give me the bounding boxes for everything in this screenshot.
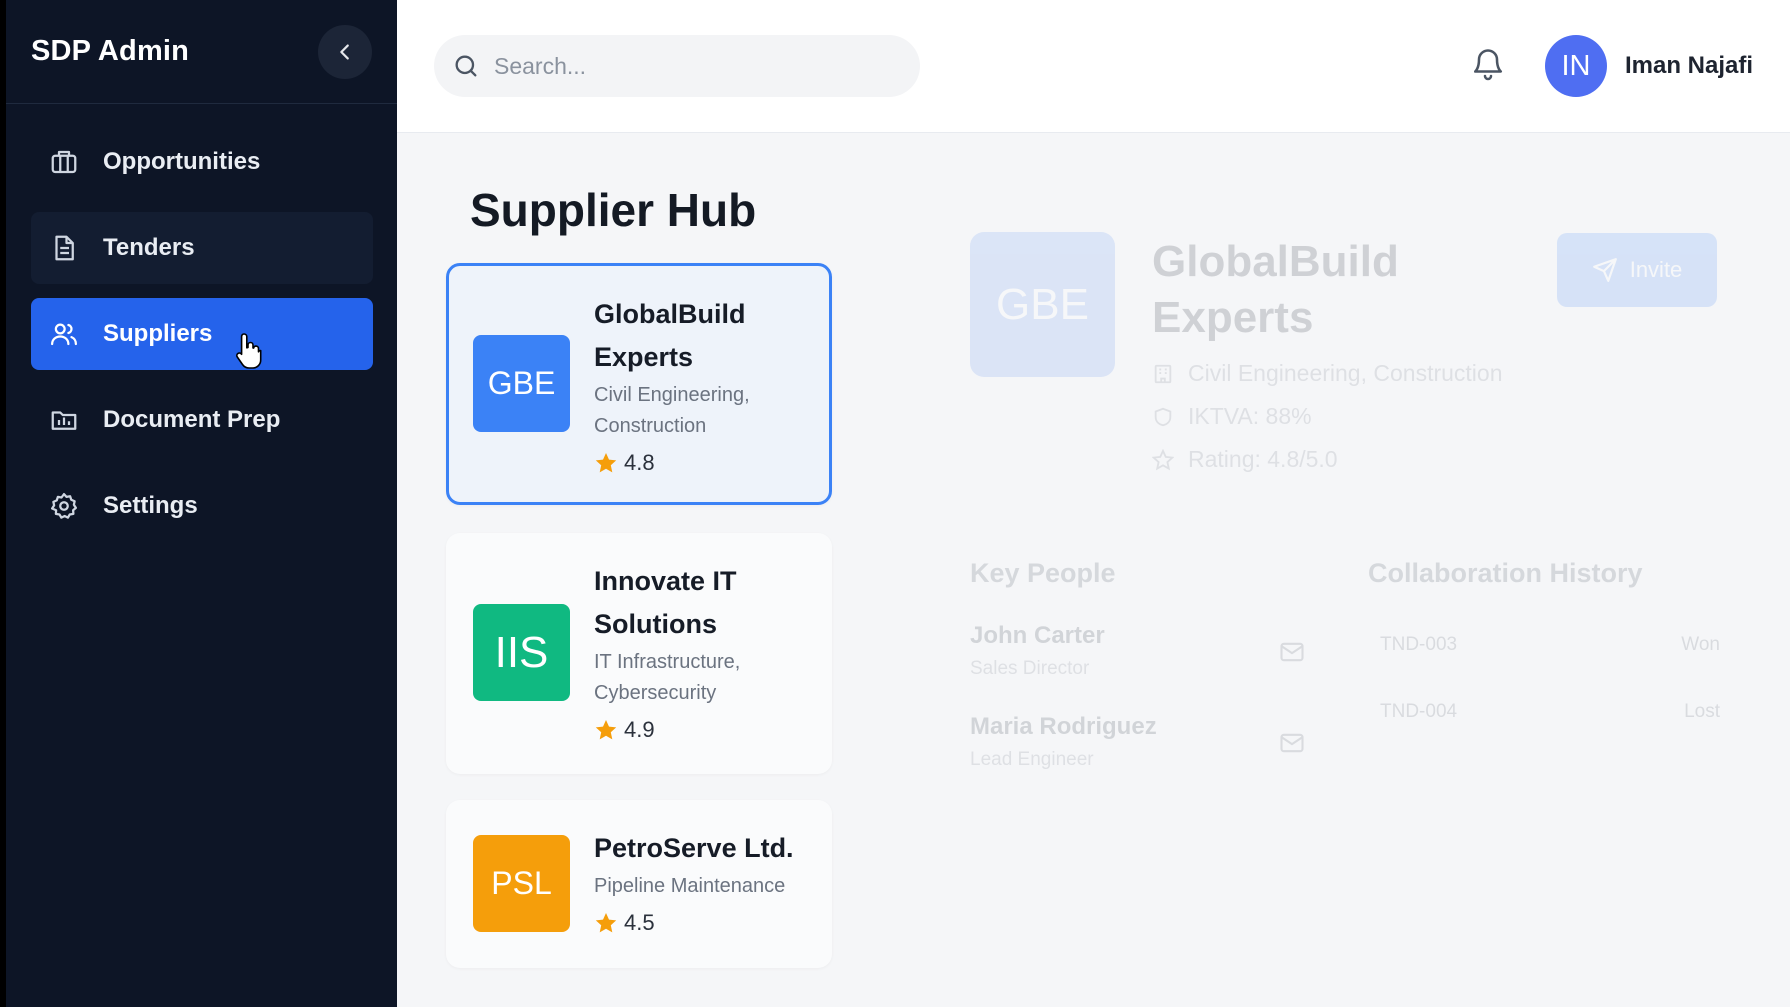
supplier-card-globalbuild[interactable]: GBE GlobalBuild Experts Civil Engineerin… — [446, 263, 832, 505]
tender-status: Lost — [1684, 701, 1720, 722]
search-input[interactable] — [494, 52, 894, 80]
star-icon — [595, 913, 617, 933]
history-row: TND-003 Won — [1380, 634, 1720, 656]
sidebar-item-opportunities[interactable]: Opportunities — [31, 126, 373, 198]
sidebar-item-label: Opportunities — [103, 148, 261, 175]
chevron-left-icon — [340, 43, 349, 60]
notifications-button[interactable] — [1470, 46, 1506, 87]
supplier-info: GlobalBuild Experts Civil Engineering, C… — [594, 293, 814, 476]
bell-icon — [1473, 49, 1503, 81]
supplier-logo: PSL — [473, 835, 570, 932]
detail-logo: GBE — [970, 232, 1115, 377]
sidebar-item-label: Tenders — [103, 234, 195, 261]
supplier-name: Innovate IT Solutions — [594, 566, 737, 639]
invite-label: Invite — [1629, 257, 1683, 282]
sidebar-item-suppliers[interactable]: Suppliers — [31, 298, 373, 370]
star-outline-icon — [1152, 448, 1174, 470]
sidebar-item-tenders[interactable]: Tenders — [31, 212, 373, 284]
mail-icon — [1280, 733, 1304, 753]
detail-categories-text: Civil Engineering, Construction — [1188, 360, 1503, 386]
sidebar-item-label: Suppliers — [103, 320, 213, 347]
key-person: John Carter Sales Director — [970, 622, 1105, 680]
person-name: Maria Rodriguez — [970, 713, 1157, 740]
supplier-logo: IIS — [473, 604, 570, 701]
sidebar-item-label: Settings — [103, 492, 198, 519]
users-icon — [49, 319, 79, 349]
supplier-rating: 4.5 — [594, 910, 814, 936]
sidebar: SDP Admin Opportunities Tenders Supplier… — [0, 0, 397, 1007]
collaboration-history-heading: Collaboration History — [1368, 558, 1643, 588]
sidebar-item-settings[interactable]: Settings — [31, 470, 373, 542]
email-button[interactable] — [1278, 729, 1306, 762]
search-icon — [455, 55, 477, 77]
building-icon — [1154, 364, 1172, 383]
key-person: Maria Rodriguez Lead Engineer — [970, 713, 1157, 771]
tender-status: Won — [1681, 634, 1720, 655]
invite-button[interactable]: Invite — [1557, 233, 1717, 307]
collapse-sidebar-button[interactable] — [318, 24, 372, 79]
person-role: Sales Director — [970, 658, 1090, 679]
tender-id: TND-003 — [1380, 634, 1458, 655]
rating-value: 4.5 — [624, 910, 655, 935]
email-button[interactable] — [1278, 638, 1306, 671]
detail-rating-text: Rating: 4.8/5.0 — [1188, 446, 1338, 472]
detail-categories: Civil Engineering, Construction — [1152, 360, 1503, 387]
supplier-tags: Civil Engineering, Construction — [594, 384, 750, 437]
document-icon — [49, 233, 79, 263]
gear-icon — [49, 491, 79, 521]
key-people-heading: Key People — [970, 558, 1116, 588]
folder-icon — [49, 405, 79, 435]
shield-icon — [1154, 407, 1172, 426]
sidebar-nav: Opportunities Tenders Suppliers Document… — [6, 104, 397, 542]
detail-iktva: IKTVA: 88% — [1152, 403, 1312, 430]
supplier-rating: 4.9 — [594, 717, 814, 743]
sidebar-item-document-prep[interactable]: Document Prep — [31, 384, 373, 456]
detail-iktva-text: IKTVA: 88% — [1188, 403, 1312, 429]
hand-cursor-icon — [236, 333, 262, 369]
search-bar[interactable] — [434, 35, 920, 97]
history-row: TND-004 Lost — [1380, 701, 1720, 723]
rating-value: 4.9 — [624, 717, 655, 742]
user-name[interactable]: Iman Najafi — [1625, 52, 1753, 80]
supplier-name: PetroServe Ltd. — [594, 833, 794, 863]
page-title: Supplier Hub — [470, 184, 757, 236]
star-icon — [595, 453, 617, 473]
detail-rating: Rating: 4.8/5.0 — [1152, 446, 1338, 473]
person-role: Lead Engineer — [970, 749, 1094, 770]
supplier-name: GlobalBuild Experts — [594, 299, 746, 372]
send-icon — [1592, 258, 1617, 282]
tender-id: TND-004 — [1380, 701, 1458, 722]
supplier-info: Innovate IT Solutions IT Infrastructure,… — [594, 560, 814, 743]
star-icon — [595, 720, 617, 740]
user-avatar[interactable]: IN — [1545, 35, 1607, 97]
top-header: IN Iman Najafi — [397, 0, 1790, 133]
supplier-detail-panel: GBE GlobalBuild Experts Invite Civil Eng… — [940, 220, 1740, 820]
detail-supplier-name: GlobalBuild Experts — [1152, 237, 1399, 342]
brand-bar: SDP Admin — [6, 0, 397, 104]
app-title: SDP Admin — [31, 35, 190, 67]
supplier-rating: 4.8 — [594, 450, 814, 476]
briefcase-icon — [49, 147, 79, 177]
supplier-tags: Pipeline Maintenance — [594, 875, 786, 897]
supplier-card-petroserve[interactable]: PSL PetroServe Ltd. Pipeline Maintenance… — [446, 800, 832, 968]
sidebar-item-label: Document Prep — [103, 406, 281, 433]
supplier-info: PetroServe Ltd. Pipeline Maintenance 4.5 — [594, 827, 814, 936]
supplier-card-innovate[interactable]: IIS Innovate IT Solutions IT Infrastruct… — [446, 533, 832, 774]
mail-icon — [1280, 642, 1304, 662]
supplier-logo: GBE — [473, 335, 570, 432]
person-name: John Carter — [970, 622, 1105, 649]
supplier-tags: IT Infrastructure, Cybersecurity — [594, 651, 741, 704]
rating-value: 4.8 — [624, 450, 655, 475]
